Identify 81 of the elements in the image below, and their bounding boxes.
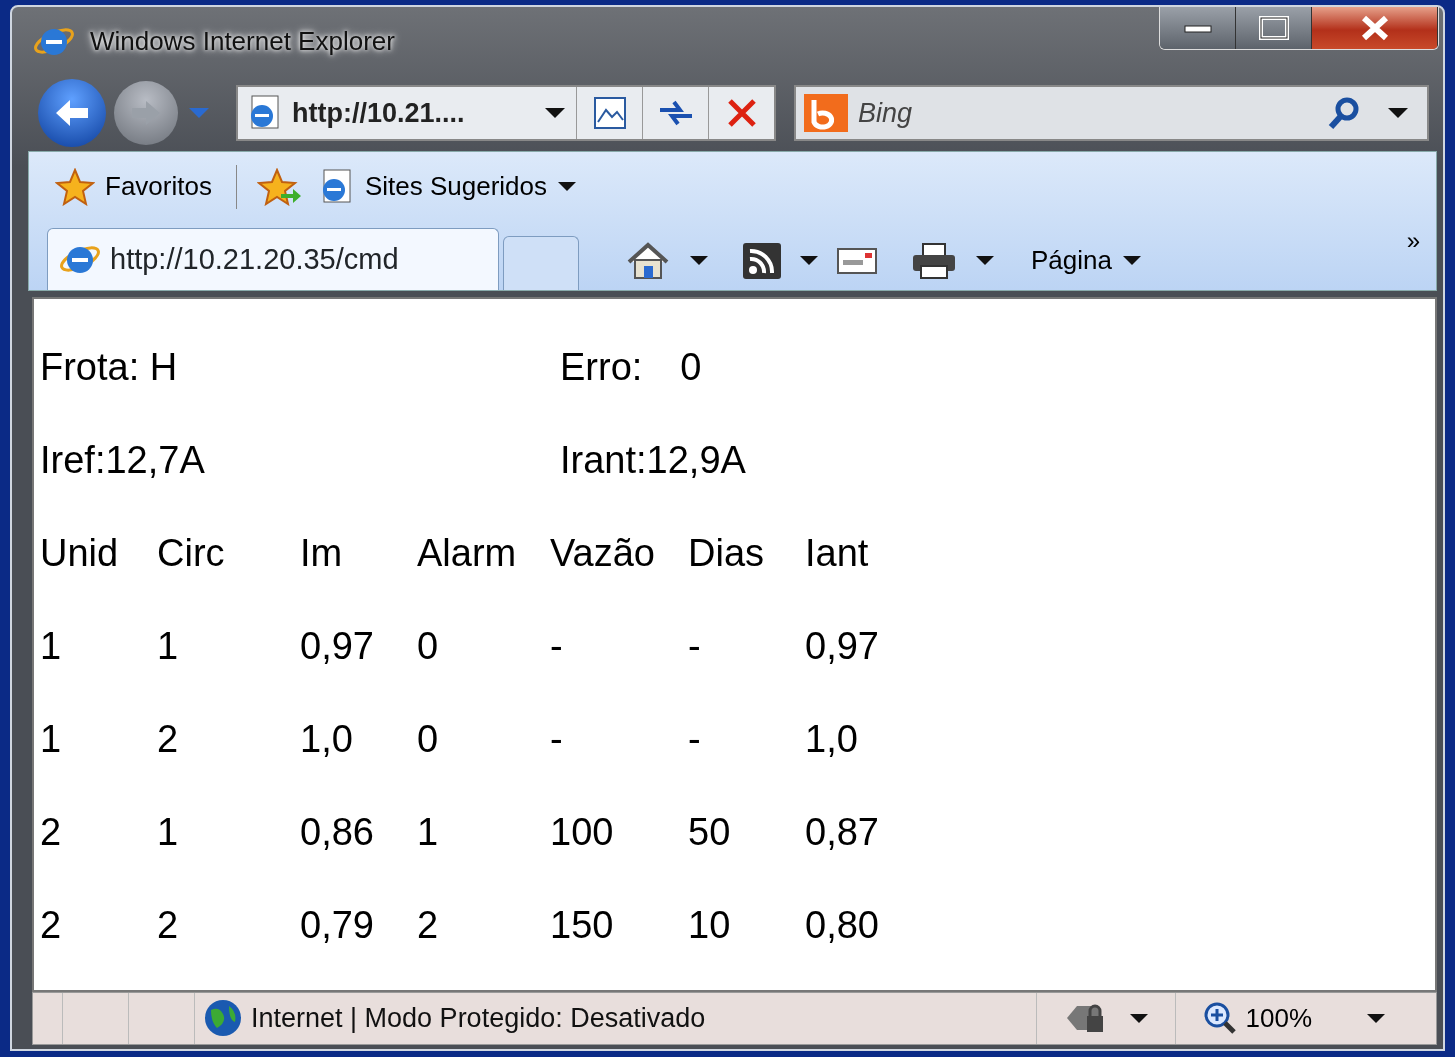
- maximize-icon: [1258, 16, 1289, 40]
- column-header: Vazão: [550, 530, 656, 576]
- search-field[interactable]: Bing: [848, 91, 1327, 135]
- mail-button[interactable]: [835, 247, 879, 274]
- info-label: Iref:12,7A: [40, 437, 205, 483]
- globe-icon: [203, 998, 243, 1039]
- address-text: http://10.21....: [291, 96, 466, 130]
- search-icon[interactable]: [1327, 95, 1361, 130]
- table-cell-text: 2: [157, 716, 180, 762]
- more-commands-button[interactable]: »: [1400, 221, 1426, 260]
- table-cell-text: -: [688, 623, 702, 669]
- table-cell-text: 1,0: [805, 716, 859, 762]
- house-icon: [625, 241, 671, 280]
- caret-icon: [1121, 255, 1142, 267]
- column-header: Dias: [688, 530, 766, 576]
- magnifier-icon: [1203, 1002, 1236, 1035]
- feed-icon: [743, 242, 781, 279]
- column-header: Circ: [157, 530, 226, 576]
- window-title: Windows Internet Explorer: [90, 24, 395, 58]
- table-cell-text: 1: [40, 716, 63, 762]
- table-cell-text: 0,86: [300, 809, 375, 855]
- add-favorite-icon[interactable]: [256, 167, 303, 206]
- suggested-sites-button[interactable]: Sites Sugeridos: [312, 167, 582, 207]
- caret-icon: [689, 255, 709, 267]
- table-cell-text: 0,80: [805, 902, 880, 948]
- close-button[interactable]: [1312, 7, 1438, 49]
- table-cell-text: -: [550, 716, 564, 762]
- table-cell-text: 2: [417, 902, 440, 948]
- table-cell-text: 150: [550, 902, 615, 948]
- table-cell-text: -: [550, 623, 564, 669]
- table-cell-text: 0,97: [805, 623, 880, 669]
- table-cell-text: 1,0: [300, 716, 354, 762]
- search-provider-icon: [804, 93, 848, 132]
- maximize-button[interactable]: [1236, 7, 1312, 49]
- column-header: Alarm: [417, 530, 518, 576]
- column-header: Unid: [40, 530, 120, 576]
- table-cell-text: 2: [40, 809, 63, 855]
- column-header: Iant: [805, 530, 870, 576]
- caret-icon: [1366, 1012, 1386, 1024]
- column-header: Im: [300, 530, 344, 576]
- table-cell-text: -: [688, 716, 702, 762]
- browser-tab[interactable]: http://10.21.20.35/cmd: [47, 227, 499, 290]
- table-cell-text: 50: [688, 809, 732, 855]
- page-menu-button[interactable]: Página: [1027, 241, 1146, 281]
- security-zone-text: Internet | Modo Protegido: Desativado: [251, 1002, 706, 1036]
- table-cell-text: 100: [550, 809, 615, 855]
- printer-icon: [911, 241, 957, 280]
- table-cell-text: 2: [157, 902, 180, 948]
- table-cell-text: 1: [157, 623, 180, 669]
- zoom-button[interactable]: 100%: [1199, 998, 1316, 1038]
- favorites-button[interactable]: Favoritos: [51, 167, 216, 207]
- table-cell-text: 1: [417, 809, 440, 855]
- table-cell-text: 1: [40, 623, 63, 669]
- address-bar[interactable]: http://10.21....: [236, 84, 776, 141]
- caret-icon: [975, 255, 995, 267]
- table-cell-text: 10: [688, 902, 732, 948]
- minimize-icon: [1183, 23, 1212, 33]
- table-cell-text: 0: [417, 716, 440, 762]
- search-box[interactable]: Bing: [794, 84, 1429, 141]
- table-cell-text: 1: [157, 809, 180, 855]
- caret-icon: [1387, 106, 1409, 119]
- feeds-button[interactable]: [741, 242, 783, 279]
- minimize-button[interactable]: [1160, 7, 1236, 49]
- caret-icon: [799, 255, 819, 267]
- star-icon: [55, 167, 95, 206]
- close-icon: [1359, 15, 1390, 41]
- table-cell-text: 0,79: [300, 902, 375, 948]
- info-label: Erro:: [560, 344, 643, 390]
- caret-icon: [188, 106, 210, 119]
- table-cell-text: 0: [417, 623, 440, 669]
- envelope-icon: [837, 247, 877, 274]
- stop-icon: [726, 97, 757, 128]
- caret-icon: [557, 181, 578, 193]
- table-cell-text: 2: [40, 902, 63, 948]
- table-cell-text: 0,97: [300, 623, 375, 669]
- info-label: Irant:12,9A: [560, 437, 746, 483]
- caret-icon: [1128, 1012, 1149, 1024]
- caret-icon: [544, 106, 566, 119]
- table-cell-text: 0,87: [805, 809, 880, 855]
- info-label: Frota: H: [40, 344, 178, 390]
- info-value: 0: [680, 344, 702, 390]
